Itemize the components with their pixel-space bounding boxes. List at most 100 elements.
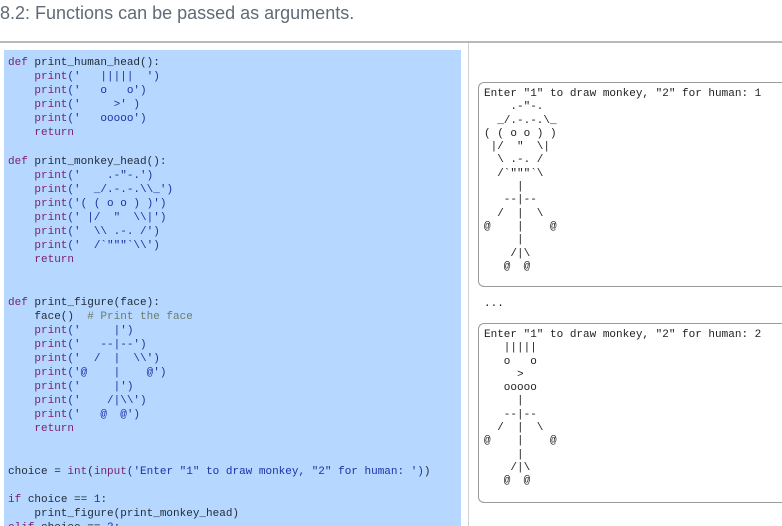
console-output-human: Enter "1" to draw monkey, "2" for human:… bbox=[478, 323, 782, 503]
code-line: print(' ooooo') bbox=[8, 112, 461, 126]
code-listing: def print_human_head(): print(' ||||| ')… bbox=[4, 50, 461, 526]
code-token: print bbox=[34, 169, 68, 182]
code-token: print bbox=[34, 381, 68, 394]
code-token: ('Enter "1" to draw monkey, "2" for huma… bbox=[126, 465, 424, 478]
code-token: (' ooooo') bbox=[67, 113, 147, 126]
code-token: print bbox=[34, 324, 68, 337]
console-output-text: Enter "1" to draw monkey, "2" for human:… bbox=[484, 88, 762, 273]
console-output-monkey: Enter "1" to draw monkey, "2" for human:… bbox=[478, 82, 782, 287]
code-token: print bbox=[34, 85, 68, 98]
code-token: (' |/ " \\|') bbox=[67, 212, 167, 225]
code-line: print_figure(print_monkey_head) bbox=[8, 507, 461, 521]
code-line: choice = int(input('Enter "1" to draw mo… bbox=[8, 465, 461, 479]
code-token: ('( ( o o ) )') bbox=[67, 197, 167, 210]
code-line: def print_figure(face): bbox=[8, 296, 461, 310]
code-line: elif choice == 2: bbox=[8, 521, 461, 526]
code-token: (' @ @') bbox=[67, 409, 141, 422]
code-token: print bbox=[34, 338, 68, 351]
code-token: input bbox=[93, 465, 127, 478]
code-token: int bbox=[67, 465, 88, 478]
code-token: ) bbox=[423, 465, 431, 478]
code-line: if choice == 1: bbox=[8, 493, 461, 507]
section-heading: 8.2: Functions can be passed as argument… bbox=[0, 3, 355, 23]
code-token: print bbox=[34, 212, 68, 225]
code-token: def bbox=[8, 57, 35, 69]
code-token: (' \\ .-. /') bbox=[67, 226, 160, 239]
code-token: print bbox=[34, 99, 68, 112]
code-token: choice = bbox=[8, 465, 68, 478]
code-token: (' o o') bbox=[67, 85, 147, 98]
code-token: (' /|\\') bbox=[67, 395, 147, 408]
code-line: return bbox=[8, 126, 461, 140]
code-token: (' ||||| ') bbox=[67, 71, 160, 84]
code-line: print(' ||||| ') bbox=[8, 70, 461, 84]
code-line: print(' >' ) bbox=[8, 98, 461, 112]
code-token: (' >' ) bbox=[67, 99, 141, 112]
code-token: ('@ | @') bbox=[67, 367, 167, 380]
panel-divider bbox=[468, 43, 469, 526]
code-token: (' /`"""`\\') bbox=[67, 240, 160, 253]
code-line: print(' o o') bbox=[8, 84, 461, 98]
code-token: print_monkey_head(): bbox=[34, 155, 167, 168]
code-line: print(' \\ .-. /') bbox=[8, 225, 461, 239]
code-token: print_figure(face): bbox=[34, 296, 160, 309]
code-token: face() bbox=[8, 310, 88, 323]
code-panel: def print_human_head(): print(' ||||| ')… bbox=[4, 50, 461, 526]
code-token: (' |') bbox=[67, 324, 134, 337]
code-token: print bbox=[34, 226, 68, 239]
code-token: (' .-"-.') bbox=[67, 169, 154, 182]
code-token: if bbox=[8, 493, 28, 506]
code-line: def print_human_head(): bbox=[8, 56, 461, 70]
code-line: print(' |/ " \\|') bbox=[8, 211, 461, 225]
code-line: print(' _/.-.-.\\_') bbox=[8, 183, 461, 197]
code-token: elif bbox=[8, 522, 41, 526]
code-line: print(' .-"-.') bbox=[8, 169, 461, 183]
code-token: (' --|--') bbox=[67, 338, 147, 351]
code-token: ( bbox=[87, 465, 94, 478]
code-line: print('( ( o o ) )') bbox=[8, 197, 461, 211]
code-token: choice == bbox=[41, 522, 107, 526]
code-token: (' _/.-.-.\\_') bbox=[67, 183, 174, 196]
console-output-text: Enter "1" to draw monkey, "2" for human:… bbox=[484, 329, 762, 488]
code-line: print(' |') bbox=[8, 324, 461, 338]
code-token: 2 bbox=[107, 522, 114, 526]
code-line: print(' /|\\') bbox=[8, 394, 461, 408]
code-line: print(' --|--') bbox=[8, 338, 461, 352]
code-token: def bbox=[8, 155, 35, 168]
code-line: def print_monkey_head(): bbox=[8, 155, 461, 169]
code-token: print bbox=[34, 71, 68, 84]
code-token: return bbox=[8, 127, 75, 140]
code-line: print(' |') bbox=[8, 380, 461, 394]
code-line: print(' @ @') bbox=[8, 408, 461, 422]
code-token: (' |') bbox=[67, 381, 134, 394]
code-token: print bbox=[34, 352, 68, 365]
code-token: print bbox=[34, 113, 68, 126]
output-separator: ... bbox=[484, 298, 504, 310]
code-token: : bbox=[100, 493, 108, 506]
code-line: print(' / | \\') bbox=[8, 352, 461, 366]
code-token: : bbox=[114, 522, 121, 526]
code-token: print bbox=[34, 409, 68, 422]
code-token: print_human_head(): bbox=[34, 57, 160, 69]
code-token: print_figure(print_monkey_head) bbox=[8, 508, 240, 520]
